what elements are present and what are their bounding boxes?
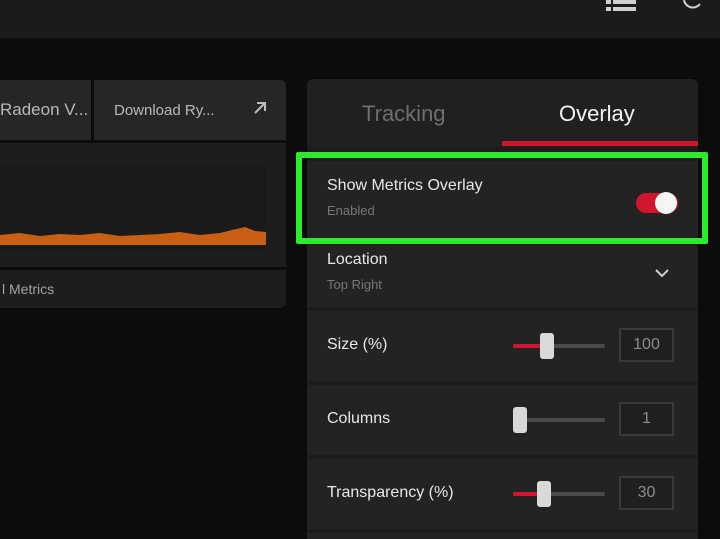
metrics-graph [0,227,266,245]
size-slider[interactable] [513,333,605,359]
tab-radeon-label: Radeon V... [0,100,89,119]
graph-line [0,227,266,245]
left-tabs: Radeon V... Download Ry... [0,80,286,140]
metrics-link-label: l Metrics [2,281,55,297]
top-bar [0,0,720,38]
transparency-slider[interactable] [513,481,605,507]
metrics-link[interactable]: l Metrics [0,270,286,308]
location-value: Top Right [327,277,382,292]
list-icon[interactable] [606,0,636,16]
tab-tracking[interactable]: Tracking [362,101,446,127]
active-tab-indicator [502,141,698,146]
external-arrow-icon [254,102,266,114]
size-slider-thumb[interactable] [540,333,554,359]
size-row: Size (%) 100 [307,311,698,381]
transparency-row: Transparency (%) 30 [307,459,698,529]
transparency-label: Transparency (%) [327,484,454,501]
panel-tabs: Tracking Overlay [307,79,698,147]
tab-overlay[interactable]: Overlay [559,101,635,127]
transparency-slider-thumb[interactable] [537,481,551,507]
columns-slider[interactable] [513,407,605,433]
size-value-input[interactable]: 100 [619,328,674,362]
refresh-icon[interactable] [680,0,704,14]
columns-value-input[interactable]: 1 [619,402,674,436]
metrics-graph-card [0,143,286,267]
columns-label: Columns [327,410,391,427]
columns-slider-thumb[interactable] [513,407,527,433]
overlay-settings-panel: Tracking Overlay Show Metrics Overlay En… [307,79,698,539]
tab-radeon[interactable]: Radeon V... [0,80,91,140]
columns-row: Columns 1 [307,385,698,455]
size-label: Size (%) [327,336,388,353]
location-label: Location [327,251,388,268]
highlight-box [296,152,708,244]
tab-download-label: Download Ry... [114,101,215,119]
location-row[interactable]: Location Top Right [307,245,698,307]
chevron-down-icon[interactable] [654,267,670,279]
transparency-value-input[interactable]: 30 [619,476,674,510]
next-row [307,533,698,539]
tab-download[interactable]: Download Ry... [94,80,286,140]
